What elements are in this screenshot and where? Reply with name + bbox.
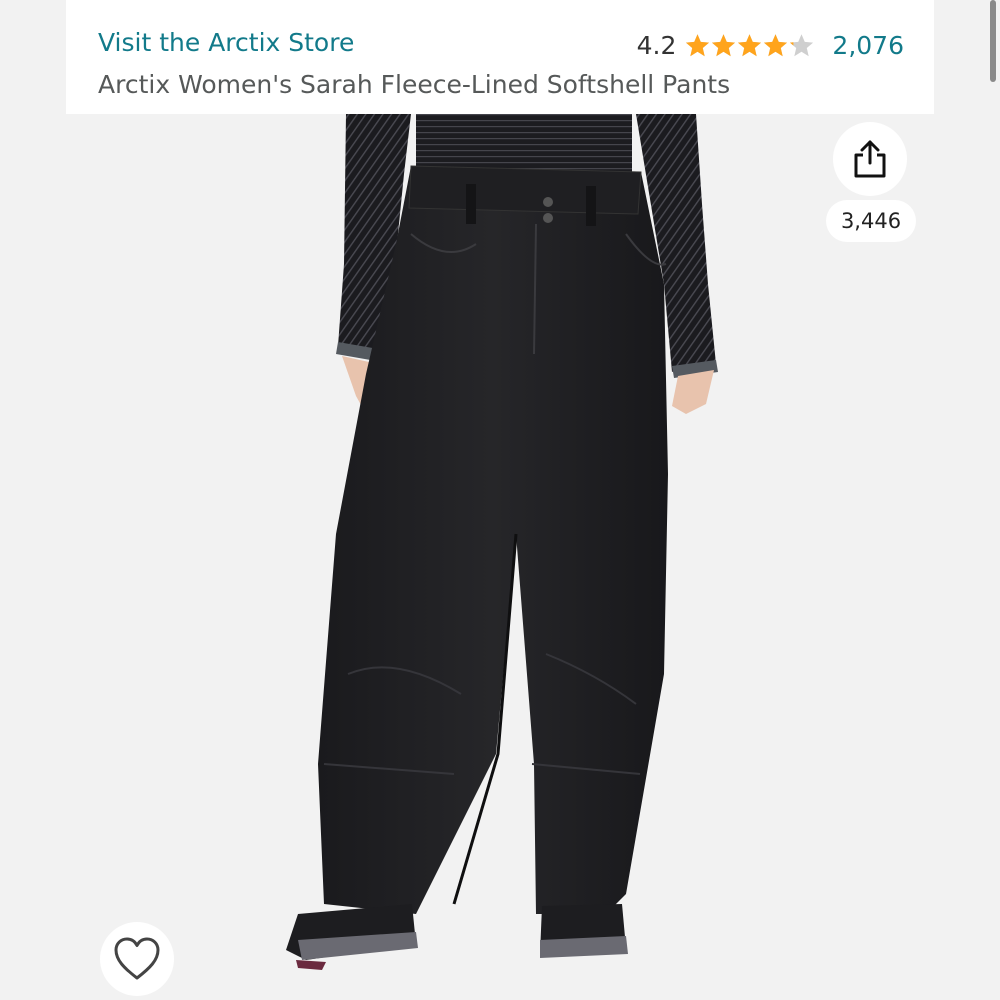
review-count-link[interactable]: 2,076 bbox=[832, 31, 904, 60]
star-icon bbox=[712, 33, 736, 56]
rating-summary[interactable]: 4.2 2,076 bbox=[637, 28, 904, 62]
heart-outline-icon bbox=[114, 937, 160, 980]
share-count: 3,446 bbox=[826, 200, 916, 242]
share-icon bbox=[854, 140, 886, 178]
star-icon bbox=[764, 33, 788, 56]
star-icon bbox=[686, 33, 710, 56]
product-screen: Visit the Arctix Store 4.2 2,076 Arctix … bbox=[0, 0, 1000, 1000]
rating-value: 4.2 bbox=[636, 30, 677, 60]
star-icon bbox=[738, 33, 762, 56]
product-title: Arctix Women's Sarah Fleece-Lined Softsh… bbox=[98, 70, 731, 99]
share-button[interactable] bbox=[833, 122, 907, 196]
star-icon bbox=[790, 33, 814, 56]
product-image[interactable] bbox=[66, 114, 934, 1000]
store-link[interactable]: Visit the Arctix Store bbox=[98, 28, 354, 57]
scrollbar[interactable] bbox=[990, 0, 996, 82]
wishlist-button[interactable] bbox=[100, 922, 174, 996]
star-rating bbox=[684, 32, 814, 59]
